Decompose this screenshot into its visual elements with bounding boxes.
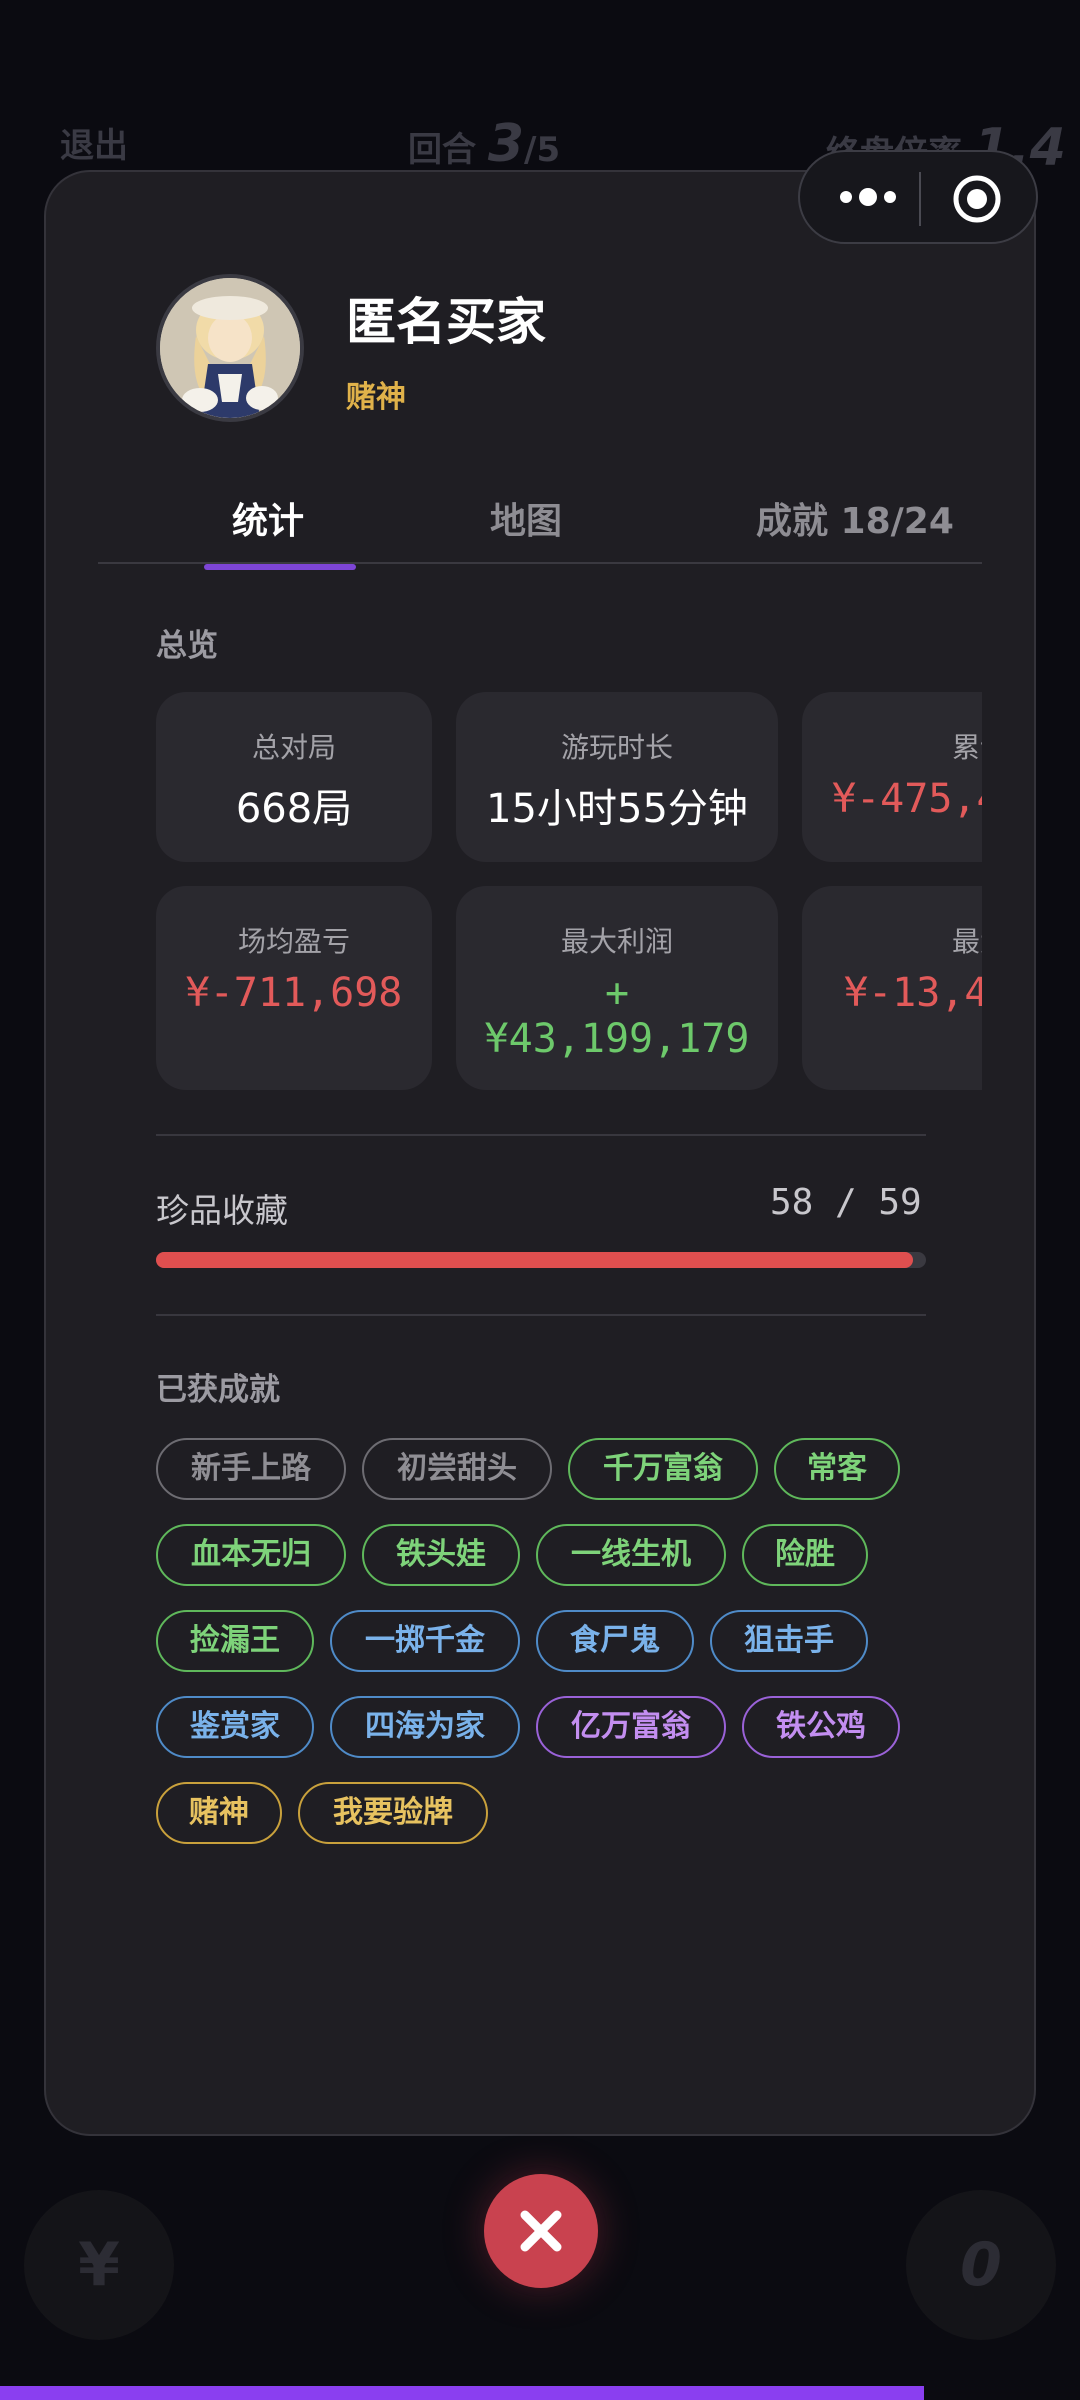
achievement-badge: 狙击手 (710, 1610, 868, 1672)
stat-value: ¥-475,4 (832, 776, 982, 822)
stat-label: 游玩时长 (560, 731, 673, 764)
achievement-badge: 血本无归 (156, 1524, 346, 1586)
tab-map[interactable]: 地图 (490, 492, 562, 544)
user-title: 赌神 (346, 380, 406, 415)
achievement-badge: 食尸鬼 (536, 1610, 694, 1672)
bottom-progress-bar (0, 2386, 924, 2400)
stat-card-max-loss: 最大 ¥-13,4 (802, 886, 982, 1090)
achievement-badge: 初尝甜头 (362, 1438, 552, 1500)
achievement-badge: 我要验牌 (298, 1782, 488, 1844)
tab-active-indicator (204, 564, 356, 570)
achievements-title: 已获成就 (156, 1372, 280, 1408)
stat-card-avg-profit: 场均盈亏 ¥-711,698 (156, 886, 432, 1090)
achievement-badge: 亿万富翁 (536, 1696, 726, 1758)
achievement-badge: 险胜 (742, 1524, 868, 1586)
exit-label: 退出 (60, 126, 128, 166)
stat-label: 总对局 (251, 731, 336, 764)
achievement-badge: 一掷千金 (330, 1610, 520, 1672)
stat-value: 668局 (235, 786, 353, 832)
achievement-badge: 铁公鸡 (742, 1696, 900, 1758)
round-label: 回合 (408, 130, 476, 170)
counter-button: 0 (906, 2190, 1056, 2340)
achievement-badge: 一线生机 (536, 1524, 726, 1586)
stat-value-sign: + (604, 970, 630, 1016)
avatar (156, 274, 304, 422)
achievement-badge: 四海为家 (330, 1696, 520, 1758)
stat-card-max-profit: 最大利润 + ¥43,199,179 (456, 886, 778, 1090)
username: 匿名买家 (346, 293, 546, 351)
stat-value: ¥-711,698 (185, 970, 403, 1016)
collection-progress-fill (156, 1252, 913, 1268)
stat-label: 最大利润 (560, 925, 673, 958)
target-icon[interactable] (952, 174, 1002, 224)
stat-value: ¥-13,4 (844, 970, 982, 1016)
close-icon (520, 2210, 562, 2252)
divider (156, 1314, 926, 1316)
stat-card-cumulative: 累计 ¥-475,4 (802, 692, 982, 862)
stat-label: 场均盈亏 (237, 925, 350, 958)
profile-panel: 匿名买家 赌神 统计 地图 成就 18/24 总览 总对局 668局 游玩时长 … (44, 170, 1036, 2136)
tab-achievements[interactable]: 成就 18/24 (756, 492, 954, 544)
achievement-badge: 新手上路 (156, 1438, 346, 1500)
overview-title: 总览 (156, 628, 218, 664)
stat-value: 15小时55分钟 (486, 786, 748, 832)
collection-count: 58 / 59 (770, 1182, 922, 1223)
stat-card-total-games: 总对局 668局 (156, 692, 432, 862)
round-current: 3 (487, 114, 525, 174)
stats-grid: 总对局 668局 游玩时长 15小时55分钟 累计 ¥-475,4 场均盈亏 ¥… (156, 692, 982, 1092)
achievement-badge: 铁头娃 (362, 1524, 520, 1586)
round-indicator: 回合 3/5 (408, 114, 560, 174)
collection-label: 珍品收藏 (156, 1191, 288, 1230)
divider (156, 1134, 926, 1136)
capsule-separator (919, 172, 921, 226)
achievement-badge: 千万富翁 (568, 1438, 758, 1500)
stat-card-playtime: 游玩时长 15小时55分钟 (456, 692, 778, 862)
tab-bar: 统计 地图 成就 18/24 (98, 472, 982, 564)
miniprogram-capsule (798, 150, 1038, 244)
currency-button: ¥ (24, 2190, 174, 2340)
stat-value: ¥43,199,179 (484, 1016, 750, 1062)
stat-label: 累计 (951, 731, 982, 764)
achievement-badge: 常客 (774, 1438, 900, 1500)
collection-progress-bar (156, 1252, 926, 1268)
achievement-badge: 赌神 (156, 1782, 282, 1844)
achievement-badge: 鉴赏家 (156, 1696, 314, 1758)
round-total: /5 (524, 130, 561, 170)
more-dots-icon[interactable] (830, 172, 910, 222)
achievement-badge: 捡漏王 (156, 1610, 314, 1672)
stat-label: 最大 (951, 925, 982, 958)
tab-stats[interactable]: 统计 (232, 492, 304, 544)
close-button[interactable] (484, 2174, 598, 2288)
